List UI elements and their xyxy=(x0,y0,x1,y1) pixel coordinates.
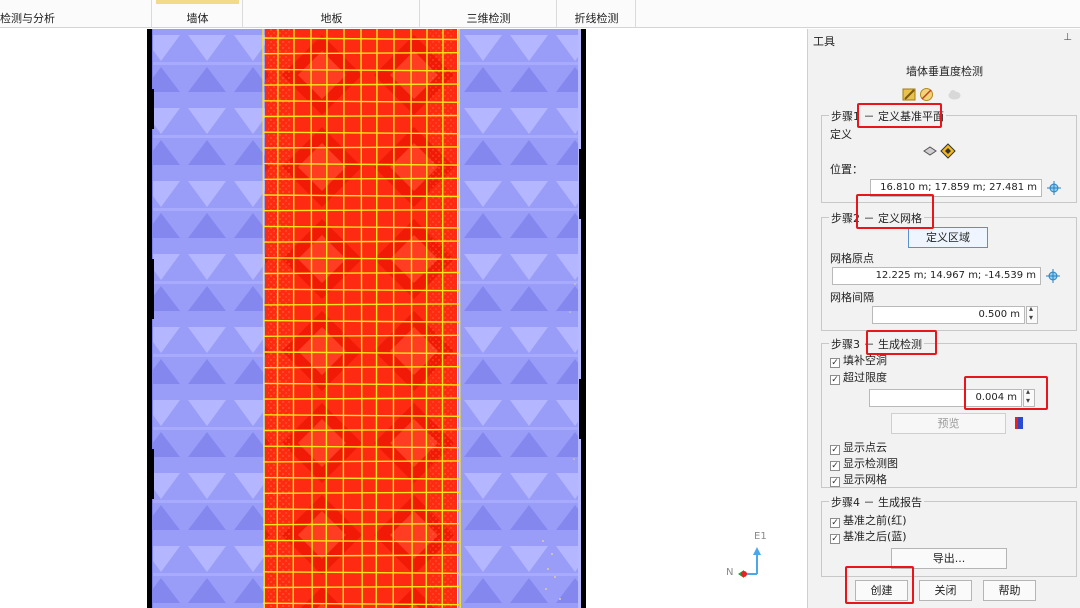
boundary-jag xyxy=(579,379,581,439)
define-area-button[interactable]: 定义区域 xyxy=(908,227,988,248)
tool-title: 墙体垂直度检测 xyxy=(906,65,983,78)
checkbox-checked-icon: ✓ xyxy=(830,534,840,544)
after-ref-checkbox[interactable]: ✓ 基准之后(蓝) xyxy=(830,528,907,544)
grid-line-horizontal xyxy=(262,209,460,212)
edit-plane-icon[interactable] xyxy=(902,87,917,102)
tab-floor[interactable]: 地板 xyxy=(244,0,420,28)
tab-polyline-inspection[interactable]: 折线检测 xyxy=(558,0,636,28)
axis-label-n: N xyxy=(726,567,734,578)
checkbox-label: 显示检测图 xyxy=(843,457,898,470)
plane-pick-icon[interactable] xyxy=(922,143,938,159)
step3-title: 步骤3 － 生成检测 xyxy=(829,336,924,352)
boundary-jag xyxy=(152,89,154,129)
fill-holes-checkbox[interactable]: ✓ 填补空洞 xyxy=(830,352,887,368)
pick-grid-origin-icon[interactable] xyxy=(1045,268,1061,284)
checkbox-label: 超过限度 xyxy=(843,371,887,384)
before-ref-checkbox[interactable]: ✓ 基准之前(红) xyxy=(830,512,907,528)
grid-spacing-field[interactable]: 0.500 m xyxy=(872,306,1025,324)
checkbox-label: 基准之前(红) xyxy=(843,514,907,527)
define-label: 定义 xyxy=(830,128,852,141)
preview-button[interactable]: 预览 xyxy=(891,413,1006,434)
checkbox-checked-icon: ✓ xyxy=(830,518,840,528)
boundary-edge-left xyxy=(147,29,152,608)
grid-line-horizontal xyxy=(262,114,460,118)
limit-stepper[interactable] xyxy=(1023,387,1035,407)
grid-spacing-stepper[interactable] xyxy=(1026,304,1038,324)
limit-field[interactable]: 0.004 m xyxy=(869,389,1022,407)
grid-line-horizontal xyxy=(262,177,460,180)
tab-label: 折线检测 xyxy=(574,12,619,25)
checkbox-checked-icon: ✓ xyxy=(830,358,840,368)
panel-header: 工具 xyxy=(813,35,835,48)
help-button[interactable]: 帮助 xyxy=(983,580,1036,601)
tab-label: 墙体 xyxy=(186,12,209,25)
checkbox-checked-icon: ✓ xyxy=(830,445,840,455)
point-cloud-view xyxy=(147,29,586,608)
show-point-cloud-checkbox[interactable]: ✓ 显示点云 xyxy=(830,439,887,455)
checkbox-label: 基准之后(蓝) xyxy=(843,530,907,543)
boundary-edge-right xyxy=(581,29,586,608)
show-inspection-map-checkbox[interactable]: ✓ 显示检测图 xyxy=(830,455,898,471)
step1-title: 步骤1 － 定义基准平面 xyxy=(829,108,946,124)
checkbox-label: 显示点云 xyxy=(843,441,887,454)
color-scale-icon[interactable] xyxy=(1012,415,1026,431)
plane-fit-icon[interactable] xyxy=(940,143,956,159)
checkbox-label: 显示网格 xyxy=(843,473,887,486)
grid-line-horizontal xyxy=(262,585,460,589)
boundary-jag xyxy=(579,149,581,219)
create-button[interactable]: 创建 xyxy=(855,580,908,601)
checkbox-checked-icon: ✓ xyxy=(830,477,840,487)
delete-plane-icon[interactable] xyxy=(919,87,934,102)
active-tab-indicator xyxy=(156,0,239,4)
step2-title: 步骤2 － 定义网格 xyxy=(829,210,924,226)
3d-viewport[interactable]: E1 N xyxy=(0,29,806,608)
ribbon-toolbar: 检测与分析 墙体 地板 三维检测 折线检测 xyxy=(0,0,1080,28)
axis-label-e: E1 xyxy=(754,531,767,542)
checkbox-label: 填补空洞 xyxy=(843,354,887,367)
export-button[interactable]: 导出... xyxy=(891,548,1007,569)
position-field[interactable]: 16.810 m; 17.859 m; 27.481 m xyxy=(870,179,1042,197)
tool-panel: 工具 ⊥ 墙体垂直度检测 步骤1 － 定义基准平面 定义 位置： 16.810 xyxy=(807,29,1080,608)
checkbox-checked-icon: ✓ xyxy=(830,461,840,471)
step4-title: 步骤4 － 生成报告 xyxy=(829,494,924,510)
pick-position-icon[interactable] xyxy=(1046,180,1062,196)
tab-label: 检测与分析 xyxy=(0,12,55,25)
grid-line-horizontal xyxy=(262,83,460,86)
grid-line-horizontal xyxy=(262,554,460,557)
boundary-jag xyxy=(152,259,154,319)
show-grid-checkbox[interactable]: ✓ 显示网格 xyxy=(830,471,887,487)
tab-inspection-analysis[interactable]: 检测与分析 xyxy=(0,0,152,28)
grid-line-horizontal xyxy=(262,52,460,55)
grid-line-horizontal xyxy=(262,523,460,526)
boundary-jag xyxy=(152,449,154,499)
tab-wall[interactable]: 墙体 xyxy=(153,0,243,28)
tab-label: 三维检测 xyxy=(466,12,511,25)
application-window: 检测与分析 墙体 地板 三维检测 折线检测 E1 N 工具 ⊥ 墙体垂直度检测 … xyxy=(0,0,1080,608)
grid-line-horizontal xyxy=(262,240,460,243)
tab-3d-inspection[interactable]: 三维检测 xyxy=(421,0,557,28)
grid-origin-field[interactable]: 12.225 m; 14.967 m; -14.539 m xyxy=(832,267,1041,285)
pin-icon[interactable]: ⊥ xyxy=(1063,32,1072,43)
wall-strip-right xyxy=(458,29,582,608)
wall-strip-left xyxy=(149,29,265,608)
grid-line-horizontal xyxy=(262,271,460,275)
cloud-icon xyxy=(948,90,961,100)
grid-spacing-label: 网格间隔 xyxy=(830,291,874,304)
grid-origin-label: 网格原点 xyxy=(830,252,874,265)
axis-triad xyxy=(738,547,761,578)
exceed-limit-checkbox[interactable]: ✓ 超过限度 xyxy=(830,369,887,385)
close-button[interactable]: 关闭 xyxy=(919,580,972,601)
tab-label: 地板 xyxy=(320,12,343,25)
position-label: 位置： xyxy=(830,163,863,176)
checkbox-checked-icon: ✓ xyxy=(830,375,840,385)
